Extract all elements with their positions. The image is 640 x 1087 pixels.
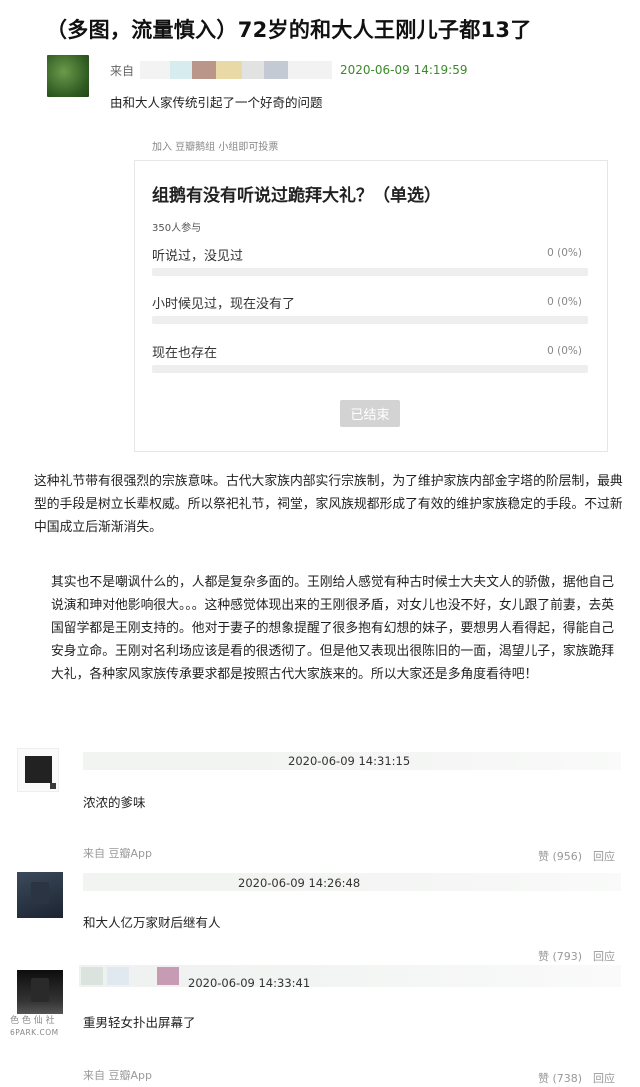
from-label: 来自 — [110, 63, 135, 78]
watermark-line: 6PARK.COM — [10, 1028, 59, 1037]
comment-avatar[interactable] — [17, 872, 63, 918]
blurred-username — [170, 61, 193, 79]
like-button[interactable]: 赞 (738) — [538, 1070, 582, 1086]
reply-button[interactable]: 回应 — [593, 1070, 615, 1086]
post-time: 2020-06-09 14:19:59 — [340, 63, 468, 77]
comment-time: 2020-06-09 14:31:15 — [288, 754, 411, 768]
author-meta: 来自 2020-06-09 14:19:59 — [110, 60, 467, 80]
body-paragraph: 这种礼节带有很强烈的宗族意味。古代大家族内部实行宗族制，为了维护家族内部金字塔的… — [34, 474, 623, 535]
blurred-username — [264, 61, 289, 79]
watermark: 色 色 仙 社 6PARK.COM — [10, 1015, 70, 1039]
poll-participants: 350人参与 — [152, 223, 202, 234]
body-paragraph: 其实也不是嘲讽什么的，人都是复杂多面的。王刚给人感觉有种古时候士大夫文人的骄傲，… — [51, 575, 615, 682]
comment-author-bar — [79, 965, 621, 987]
poll-ended-button[interactable]: 已结束 — [340, 400, 400, 427]
watermark-line: 色 色 仙 社 — [10, 1016, 55, 1026]
post-intro: 由和大人家传统引起了一个好奇的问题 — [110, 95, 323, 110]
poll-option-value: 0 (0%) — [547, 247, 582, 259]
blurred-username — [242, 61, 265, 79]
poll-option-bar — [152, 365, 588, 373]
comment-text: 浓浓的爹味 — [83, 795, 146, 810]
reply-button[interactable]: 回应 — [593, 848, 615, 864]
poll-option-label[interactable]: 听说过，没见过 — [152, 245, 243, 264]
comment-text: 和大人亿万家财后继有人 — [83, 915, 221, 930]
post-title: （多图，流量慎入）72岁的和大人王刚儿子都13了 — [46, 18, 532, 42]
comment-avatar[interactable] — [17, 970, 63, 1014]
poll-option-label[interactable]: 现在也存在 — [152, 342, 217, 361]
poll-option-label[interactable]: 小时候见过，现在没有了 — [152, 293, 295, 312]
reply-button[interactable]: 回应 — [593, 948, 615, 964]
poll-option-value: 0 (0%) — [547, 296, 582, 308]
poll-option-value: 0 (0%) — [547, 345, 582, 357]
poll-option-bar — [152, 316, 588, 324]
blurred-username — [192, 61, 217, 79]
comment-source: 来自 豆瓣App — [83, 1069, 152, 1082]
comment-text: 重男轻女扑出屏幕了 — [83, 1015, 196, 1030]
blurred-username — [288, 61, 333, 79]
blurred-username — [140, 61, 171, 79]
blurred-username — [216, 61, 243, 79]
comment-time: 2020-06-09 14:33:41 — [188, 976, 311, 990]
like-button[interactable]: 赞 (956) — [538, 848, 582, 864]
comment-time: 2020-06-09 14:26:48 — [238, 876, 361, 890]
poll-join-hint[interactable]: 加入 豆瓣鹅组 小组即可投票 — [152, 138, 278, 153]
author-avatar[interactable] — [47, 55, 89, 97]
like-button[interactable]: 赞 (793) — [538, 948, 582, 964]
poll-question: 组鹅有没有听说过跪拜大礼？（单选） — [152, 186, 441, 206]
comment-source: 来自 豆瓣App — [83, 847, 152, 860]
comment-avatar[interactable] — [17, 748, 59, 792]
poll-option-bar — [152, 268, 588, 276]
